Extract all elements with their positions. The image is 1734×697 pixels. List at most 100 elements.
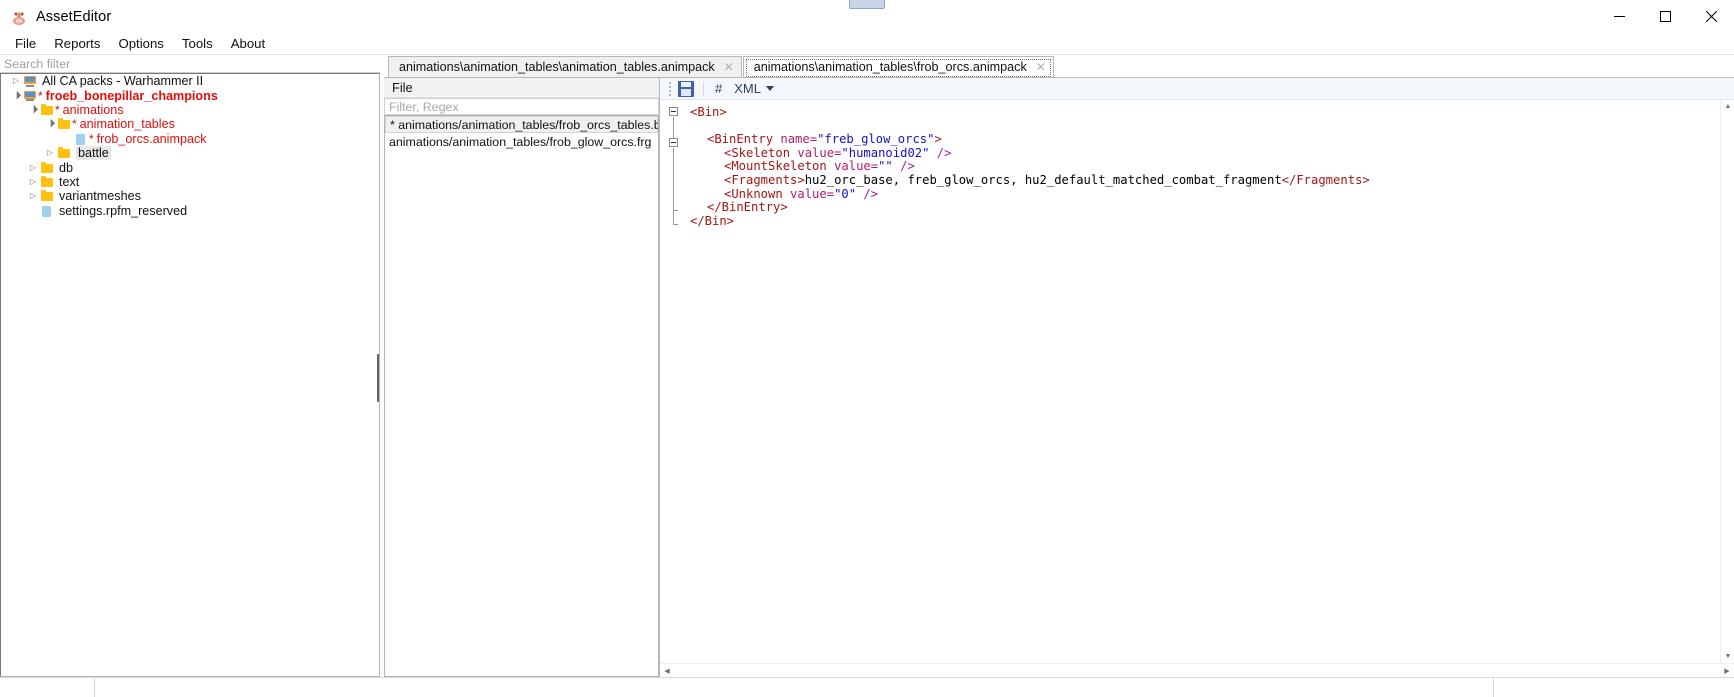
tree-item-label: animation_tables <box>79 117 175 132</box>
code-token-tag: <Fragments> <box>724 172 805 187</box>
chevron-right-icon[interactable] <box>26 192 40 200</box>
fold-toggle-binentry[interactable] <box>669 138 678 147</box>
tab-label: animations\animation_tables\animation_ta… <box>399 60 715 74</box>
menu-bar: File Reports Options Tools About <box>0 33 1734 55</box>
minimize-button[interactable] <box>1596 0 1642 33</box>
code-line: <Bin> <box>684 105 1734 120</box>
tree-item-label: All CA packs - Warhammer II <box>42 74 204 89</box>
code-token-tag: <MountSkeleton <box>724 159 835 174</box>
file-icon <box>74 133 89 145</box>
modified-star-icon: * <box>38 88 43 103</box>
scroll-right-arrow[interactable]: ▶ <box>1720 664 1734 678</box>
maximize-button[interactable] <box>1642 0 1688 33</box>
save-icon[interactable] <box>678 80 694 97</box>
window-drag-pill[interactable] <box>849 0 885 9</box>
monitor-base <box>26 99 34 102</box>
code-token-txt: hu2_orc_base, freb_glow_orcs, hu2_defaul… <box>804 172 1282 187</box>
chevron-right-icon[interactable] <box>43 149 57 157</box>
tab-close-icon[interactable]: ✕ <box>723 60 735 74</box>
editor-vertical-scrollbar[interactable]: ▲ ▼ <box>1720 100 1734 663</box>
code-token-punc: /> <box>929 145 952 160</box>
code-token-tag: <BinEntry <box>707 132 781 147</box>
tree-item-animation-tables[interactable]: *animation_tables <box>1 117 379 131</box>
search-filter-input[interactable]: Search filter <box>0 55 380 73</box>
filelist-filter-input[interactable]: Filter, Regex <box>384 98 659 115</box>
line-numbers-icon[interactable]: # <box>713 81 724 96</box>
tree-item-db[interactable]: db <box>1 160 379 175</box>
tree-item-animations[interactable]: *animations <box>1 103 379 117</box>
code-token-punc: /> <box>856 186 879 201</box>
chevron-down-icon[interactable] <box>26 106 40 114</box>
filelist-row[interactable]: * animations/animation_tables/frob_orcs_… <box>385 116 658 133</box>
modified-star-icon: * <box>55 102 60 117</box>
monitor-icon <box>23 90 38 102</box>
code-token-attr: value= <box>797 145 842 160</box>
animpack-file-list-panel: File Filter, Regex * animations/animatio… <box>384 78 659 677</box>
tree-nodes: All CA packs - Warhammer II*froeb_bonepi… <box>1 74 379 218</box>
fold-line <box>673 148 674 210</box>
folder-icon <box>57 147 72 159</box>
tree-item-text[interactable]: text <box>1 175 379 189</box>
tree-item-settings-rpfm-reserved[interactable]: settings.rpfm_reserved <box>1 204 379 218</box>
menu-item-tools[interactable]: Tools <box>173 34 222 53</box>
menu-item-reports[interactable]: Reports <box>45 34 109 53</box>
code-line: <Fragments>hu2_orc_base, freb_glow_orcs,… <box>684 172 1734 188</box>
scroll-left-arrow[interactable]: ◀ <box>660 664 674 678</box>
modified-star-icon: * <box>72 117 77 132</box>
editor-body: <Bin> <BinEntry name="freb_glow_orcs"> <S… <box>660 100 1734 663</box>
menu-item-file[interactable]: File <box>6 34 45 53</box>
code-line: <Skeleton value="humanoid02" /> <box>684 145 1734 161</box>
filelist-menu-bar: File <box>384 78 659 98</box>
scroll-down-arrow[interactable]: ▼ <box>1721 650 1734 663</box>
tab-frob-orcs-animpack[interactable]: animations\animation_tables\frob_orcs.an… <box>742 56 1054 77</box>
chevron-down-icon[interactable] <box>9 92 23 100</box>
fold-toggle-bin[interactable] <box>669 107 678 116</box>
tree-item-variantmeshes[interactable]: variantmeshes <box>1 189 379 203</box>
chevron-down-icon[interactable] <box>43 120 57 128</box>
code-token-val: "freb_glow_orcs" <box>817 132 935 147</box>
code-token-attr: name= <box>780 132 818 147</box>
tab-bar: animations\animation_tables\animation_ta… <box>384 55 1734 77</box>
tree-item-label: db <box>59 160 74 175</box>
file-icon <box>40 205 55 217</box>
scroll-up-arrow[interactable]: ▲ <box>1721 100 1734 113</box>
toolbar-grip[interactable] <box>668 81 672 96</box>
code-token-tag: </Bin> <box>690 213 735 228</box>
code-token-attr: value= <box>834 159 879 174</box>
code-token-punc: /> <box>892 159 915 174</box>
monitor-icon <box>23 75 38 87</box>
close-button[interactable] <box>1688 0 1734 33</box>
tree-item-label: animations <box>62 102 124 117</box>
chevron-right-icon[interactable] <box>26 178 40 186</box>
status-cell-3 <box>1494 678 1734 697</box>
tab-close-icon[interactable]: ✕ <box>1035 60 1047 74</box>
fold-gutter[interactable] <box>660 100 684 663</box>
tree-item-frob-orcs-animpack[interactable]: * frob_orcs.animpack <box>1 132 379 146</box>
code-token-tag: <Skeleton <box>724 145 798 160</box>
code-line: <MountSkeleton value="" /> <box>684 160 1734 174</box>
code-content[interactable]: <Bin> <BinEntry name="freb_glow_orcs"> <S… <box>684 100 1734 663</box>
status-bar <box>0 677 1734 697</box>
tree-splitter-handle[interactable] <box>377 354 379 402</box>
pack-file-tree[interactable]: All CA packs - Warhammer II*froeb_bonepi… <box>0 73 380 677</box>
code-token-val: "0" <box>834 186 857 201</box>
tab-animation-tables-animpack[interactable]: animations\animation_tables\animation_ta… <box>388 56 742 77</box>
tree-item-label: settings.rpfm_reserved <box>59 203 188 218</box>
tree-item-label: frob_orcs.animpack <box>96 131 207 146</box>
tree-item-label: froeb_bonepillar_champions <box>45 88 218 103</box>
chevron-right-icon[interactable] <box>26 164 40 172</box>
menu-item-options[interactable]: Options <box>109 34 172 53</box>
filelist-rows[interactable]: * animations/animation_tables/frob_orcs_… <box>384 115 659 677</box>
filelist-menu-file[interactable]: File <box>392 80 413 95</box>
menu-item-about[interactable]: About <box>222 34 274 53</box>
editor-horizontal-scrollbar[interactable]: ◀ ▶ <box>660 663 1734 677</box>
folder-icon <box>57 118 72 130</box>
tree-item-all-ca-packs-warhammer-ii[interactable]: All CA packs - Warhammer II <box>1 74 379 88</box>
tree-item-froeb-bonepillar-champions[interactable]: *froeb_bonepillar_champions <box>1 88 379 103</box>
tree-item-battle[interactable]: battle <box>1 146 379 161</box>
language-selector[interactable]: XML <box>730 80 778 97</box>
chevron-down-icon <box>765 86 774 91</box>
chevron-right-icon[interactable] <box>9 77 23 85</box>
pack-tree-panel: Search filter All CA packs - Warhammer I… <box>0 55 380 677</box>
filelist-row[interactable]: animations/animation_tables/frob_glow_or… <box>385 133 658 150</box>
